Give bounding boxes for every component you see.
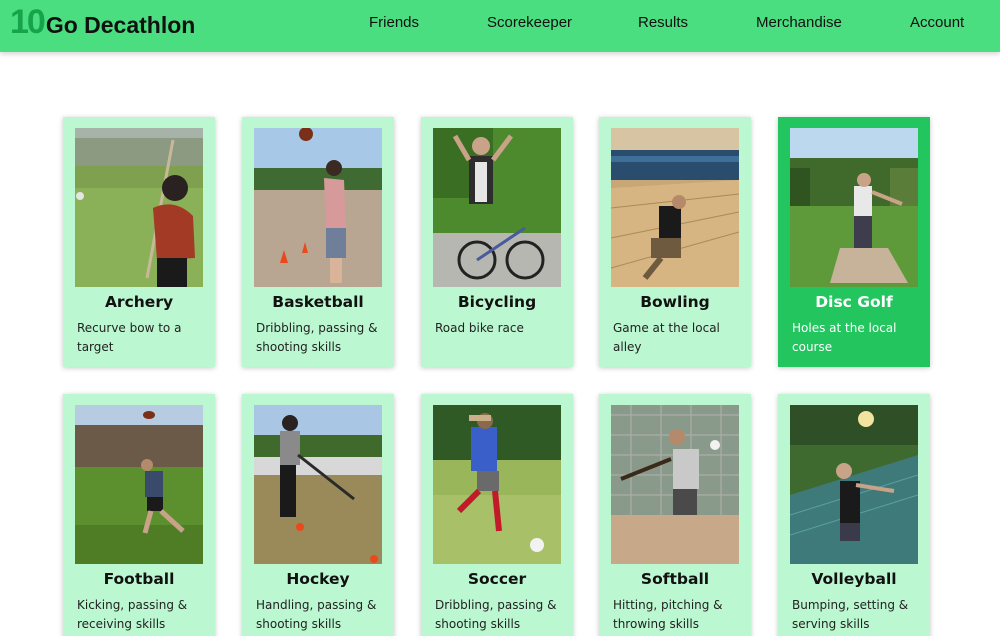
event-title: Bicycling: [457, 293, 537, 311]
event-card-volleyball[interactable]: Volleyball Bumping, setting & serving sk…: [778, 394, 930, 636]
event-title: Hockey: [286, 570, 350, 588]
event-title: Basketball: [272, 293, 364, 311]
event-title: Archery: [104, 293, 174, 311]
top-navbar: 10 Go Decathlon Friends Scorekeeper Resu…: [0, 0, 1000, 52]
event-title: Softball: [640, 570, 710, 588]
bowling-photo: [611, 128, 739, 287]
event-title: Bowling: [640, 293, 710, 311]
bicycling-photo: [433, 128, 561, 287]
event-card-bowling[interactable]: Bowling Game at the local alley: [599, 117, 751, 367]
brand-name: Go Decathlon: [45, 12, 196, 38]
event-description: Hitting, pitching & throwing skills: [613, 598, 723, 631]
event-description: Recurve bow to a target: [77, 321, 182, 354]
event-description: Holes at the local course: [792, 321, 897, 354]
event-description: Game at the local alley: [613, 321, 720, 354]
nav-link-results[interactable]: Results: [638, 14, 688, 31]
nav-link-friends[interactable]: Friends: [369, 14, 419, 31]
event-description: Kicking, passing & receiving skills: [77, 598, 188, 631]
event-card-archery[interactable]: Archery Recurve bow to a target: [63, 117, 215, 367]
nav-link-merchandise[interactable]: Merchandise: [756, 14, 842, 31]
nav-link-scorekeeper[interactable]: Scorekeeper: [487, 14, 572, 31]
event-title: Football: [103, 570, 175, 588]
event-title: Volleyball: [811, 570, 897, 588]
football-photo: [75, 405, 203, 564]
event-card-softball[interactable]: Softball Hitting, pitching & throwing sk…: [599, 394, 751, 636]
event-description: Handling, passing & shooting skills: [256, 598, 377, 631]
basketball-photo: [254, 128, 382, 287]
event-description: Dribbling, passing & shooting skills: [256, 321, 378, 354]
event-card-basketball[interactable]: Basketball Dribbling, passing & shooting…: [242, 117, 394, 367]
event-card-soccer[interactable]: Soccer Dribbling, passing & shooting ski…: [421, 394, 573, 636]
archery-photo: [75, 128, 203, 287]
event-card-hockey[interactable]: Hockey Handling, passing & shooting skil…: [242, 394, 394, 636]
event-card-football[interactable]: Football Kicking, passing & receiving sk…: [63, 394, 215, 636]
brand-logo[interactable]: 10 Go Decathlon: [10, 4, 195, 44]
event-description: Bumping, setting & serving skills: [792, 598, 909, 631]
soccer-photo: [433, 405, 561, 564]
disc-golf-photo: [790, 128, 918, 287]
event-description: Dribbling, passing & shooting skills: [435, 598, 557, 631]
event-card-disc-golf[interactable]: Disc Golf Holes at the local course: [778, 117, 930, 367]
nav-link-account[interactable]: Account: [910, 14, 964, 31]
hockey-photo: [254, 405, 382, 564]
event-title: Disc Golf: [815, 293, 893, 311]
event-title: Soccer: [467, 570, 527, 588]
softball-photo: [611, 405, 739, 564]
event-card-bicycling[interactable]: Bicycling Road bike race: [421, 117, 573, 367]
event-description: Road bike race: [435, 321, 524, 335]
volleyball-photo: [790, 405, 918, 564]
brand-number: 10: [10, 3, 46, 41]
